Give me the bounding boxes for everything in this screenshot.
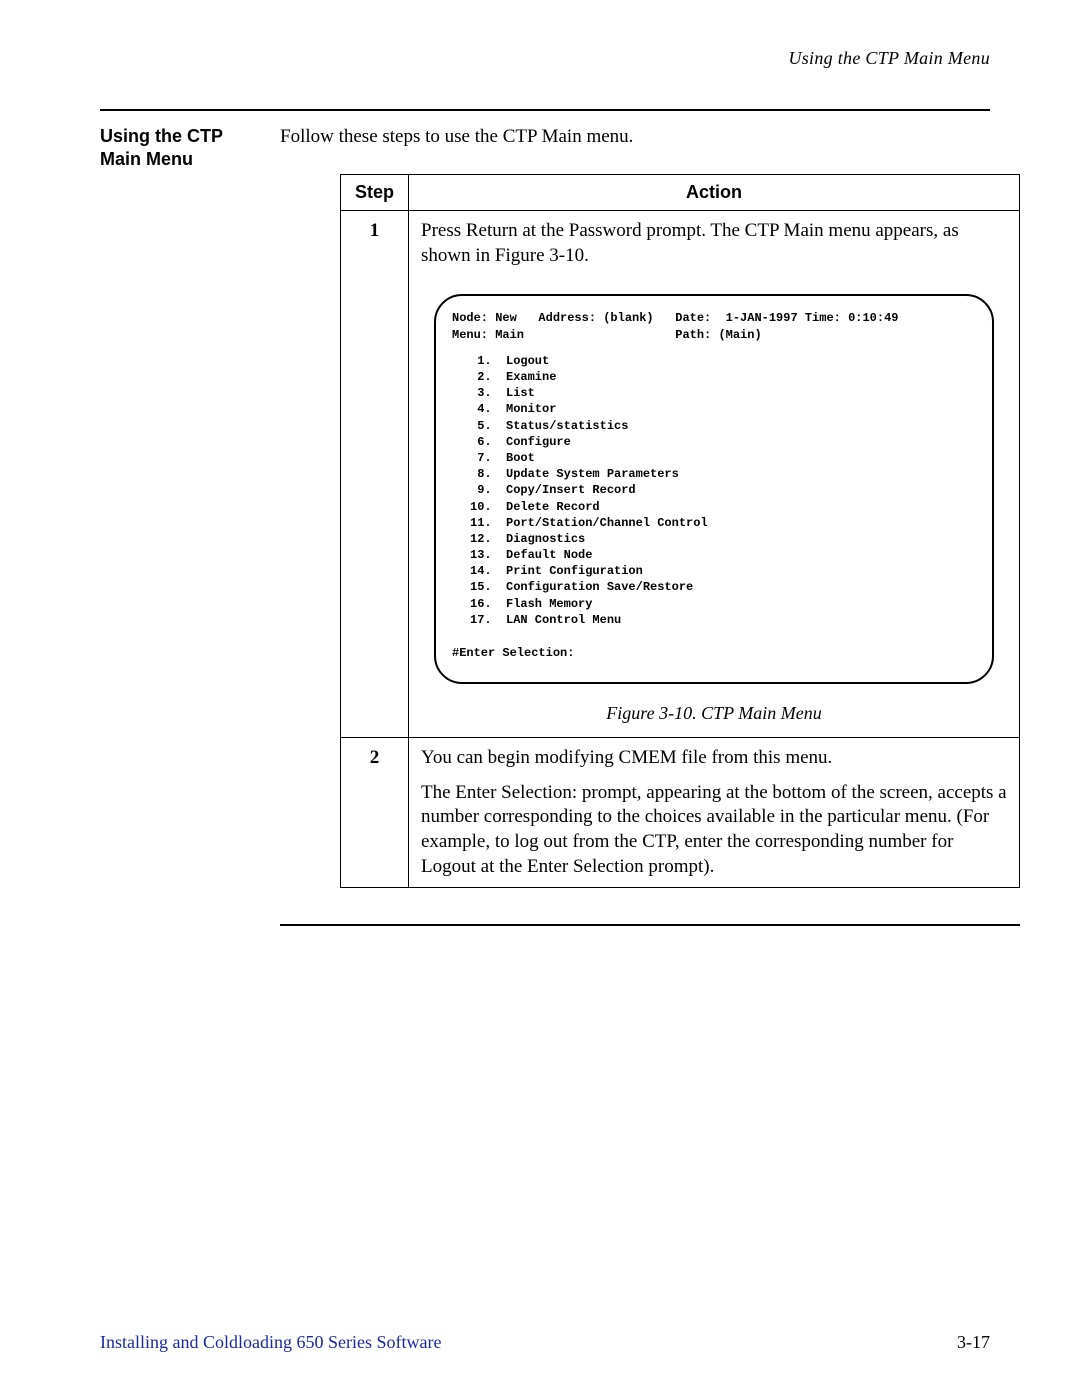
rule-bottom bbox=[280, 924, 1020, 926]
terminal-prompt: #Enter Selection: bbox=[452, 646, 976, 662]
page: Using the CTP Main Menu Using the CTP Ma… bbox=[0, 0, 1080, 1397]
page-footer: Installing and Coldloading 650 Series So… bbox=[100, 1332, 990, 1353]
col-header-step: Step bbox=[341, 174, 409, 210]
figure-caption: Figure 3-10. CTP Main Menu bbox=[421, 702, 1007, 725]
terminal-item: 7. Boot bbox=[470, 451, 535, 465]
section: Using the CTP Main Menu Follow these ste… bbox=[100, 125, 990, 926]
terminal-item: 13. Default Node bbox=[470, 548, 592, 562]
terminal-line2: Menu: Main Path: (Main) bbox=[452, 328, 762, 342]
terminal-item: 5. Status/statistics bbox=[470, 419, 628, 433]
terminal-line1: Node: New Address: (blank) Date: 1-JAN-1… bbox=[452, 311, 898, 325]
step-action-1: Press Return at the Password prompt. The… bbox=[409, 211, 1020, 738]
terminal-item: 1. Logout bbox=[470, 354, 549, 368]
footer-left: Installing and Coldloading 650 Series So… bbox=[100, 1332, 441, 1353]
terminal-screen: Node: New Address: (blank) Date: 1-JAN-1… bbox=[434, 294, 994, 683]
terminal-item: 16. Flash Memory bbox=[470, 597, 592, 611]
rule-top bbox=[100, 109, 990, 111]
terminal-item: 10. Delete Record bbox=[470, 500, 600, 514]
terminal-item: 8. Update System Parameters bbox=[470, 467, 679, 481]
step-number-2: 2 bbox=[341, 738, 409, 888]
terminal-item: 11. Port/Station/Channel Control bbox=[470, 516, 708, 530]
table-row: 1 Press Return at the Password prompt. T… bbox=[341, 211, 1020, 738]
terminal-head: Node: New Address: (blank) Date: 1-JAN-1… bbox=[452, 310, 976, 342]
terminal-item: 17. LAN Control Menu bbox=[470, 613, 621, 627]
table-row: 2 You can begin modifying CMEM file from… bbox=[341, 738, 1020, 888]
terminal-item: 14. Print Configuration bbox=[470, 564, 643, 578]
running-head: Using the CTP Main Menu bbox=[100, 48, 990, 69]
gutter-heading: Using the CTP Main Menu bbox=[100, 125, 280, 170]
terminal-item: 2. Examine bbox=[470, 370, 556, 384]
terminal-item: 9. Copy/Insert Record bbox=[470, 483, 636, 497]
terminal-item: 3. List bbox=[470, 386, 535, 400]
col-header-action: Action bbox=[409, 174, 1020, 210]
section-body: Follow these steps to use the CTP Main m… bbox=[280, 125, 1020, 926]
table-head-row: Step Action bbox=[341, 174, 1020, 210]
step-number-1: 1 bbox=[341, 211, 409, 738]
intro-text: Follow these steps to use the CTP Main m… bbox=[280, 125, 1020, 150]
terminal-menu-list: 1. Logout 2. Examine 3. List 4. Monitor … bbox=[470, 353, 976, 628]
step1-text: Press Return at the Password prompt. The… bbox=[421, 219, 1007, 268]
step2-text1: You can begin modifying CMEM file from t… bbox=[421, 746, 1007, 771]
terminal-item: 15. Configuration Save/Restore bbox=[470, 580, 693, 594]
footer-right: 3-17 bbox=[957, 1332, 990, 1353]
terminal-item: 4. Monitor bbox=[470, 402, 556, 416]
steps-table: Step Action 1 Press Return at the Passwo… bbox=[340, 174, 1020, 889]
step-action-2: You can begin modifying CMEM file from t… bbox=[409, 738, 1020, 888]
terminal-item: 6. Configure bbox=[470, 435, 571, 449]
terminal-item: 12. Diagnostics bbox=[470, 532, 585, 546]
step2-text2: The Enter Selection: prompt, appearing a… bbox=[421, 781, 1007, 880]
